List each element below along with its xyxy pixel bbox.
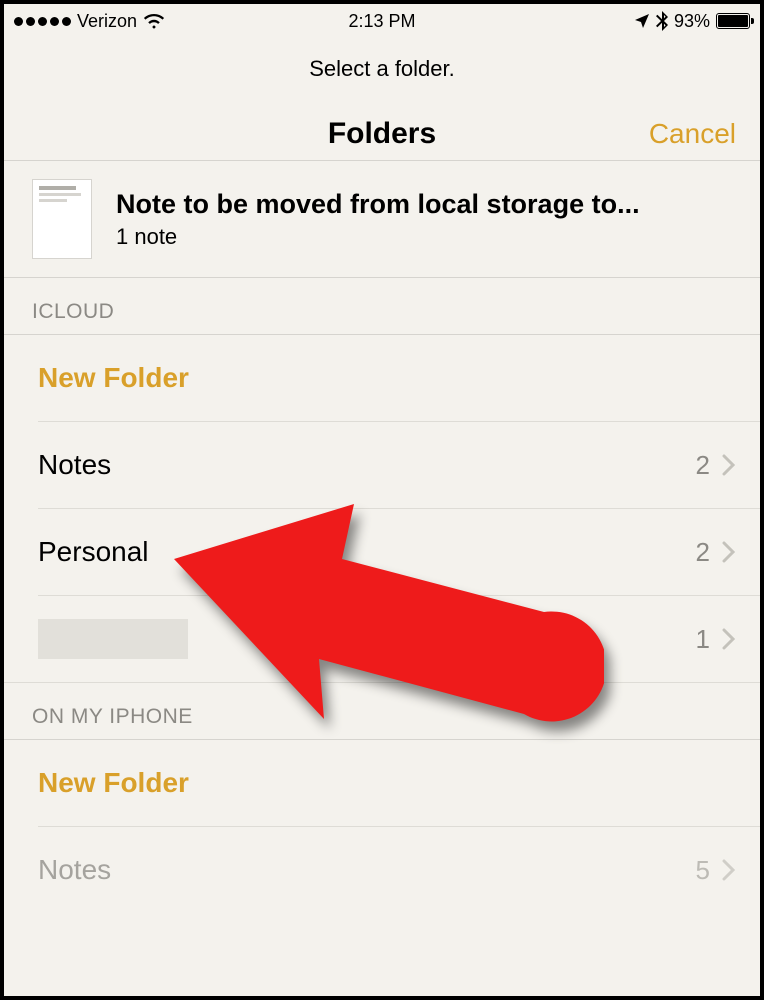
chevron-right-icon	[722, 859, 736, 881]
navbar: Folders Cancel	[4, 108, 760, 160]
note-thumbnail-icon	[32, 179, 92, 259]
note-summary: Note to be moved from local storage to..…	[4, 161, 760, 277]
new-folder-local-button[interactable]: New Folder	[4, 740, 760, 826]
folder-count: 2	[696, 537, 710, 568]
location-icon	[634, 13, 650, 29]
note-text: Note to be moved from local storage to..…	[116, 189, 640, 250]
chevron-right-icon	[722, 454, 736, 476]
chevron-right-icon	[722, 628, 736, 650]
note-title: Note to be moved from local storage to..…	[116, 189, 640, 220]
status-bar: Verizon 2:13 PM 93%	[4, 4, 760, 38]
new-folder-label: New Folder	[38, 767, 189, 799]
folder-count: 2	[696, 450, 710, 481]
section-header-onmyiphone: ON MY IPHONE	[4, 683, 760, 739]
app-frame: Verizon 2:13 PM 93% Select a folder. Fol…	[4, 4, 760, 996]
new-folder-label: New Folder	[38, 362, 189, 394]
battery-percent: 93%	[674, 11, 710, 32]
folder-count: 5	[696, 855, 710, 886]
redacted-label	[38, 619, 188, 659]
folder-label: Personal	[38, 536, 149, 568]
wifi-icon	[143, 13, 165, 29]
status-left: Verizon	[14, 11, 165, 32]
bluetooth-icon	[656, 11, 668, 31]
folder-row-redacted[interactable]: 1	[4, 596, 760, 682]
cancel-button[interactable]: Cancel	[649, 118, 736, 150]
new-folder-icloud-button[interactable]: New Folder	[4, 335, 760, 421]
folder-row-notes-local[interactable]: Notes 5	[4, 827, 760, 913]
folder-label: Notes	[38, 854, 111, 886]
folder-row-personal[interactable]: Personal 2	[4, 509, 760, 595]
folder-label: Notes	[38, 449, 111, 481]
chevron-right-icon	[722, 541, 736, 563]
status-right: 93%	[634, 11, 750, 32]
folder-row-notes[interactable]: Notes 2	[4, 422, 760, 508]
folder-count: 1	[696, 624, 710, 655]
note-count: 1 note	[116, 224, 640, 250]
battery-icon	[716, 13, 750, 29]
instruction-text: Select a folder.	[4, 38, 760, 108]
navbar-title: Folders	[328, 117, 436, 151]
carrier-label: Verizon	[77, 11, 137, 32]
signal-dots-icon	[14, 17, 71, 26]
section-header-icloud: ICLOUD	[4, 278, 760, 334]
